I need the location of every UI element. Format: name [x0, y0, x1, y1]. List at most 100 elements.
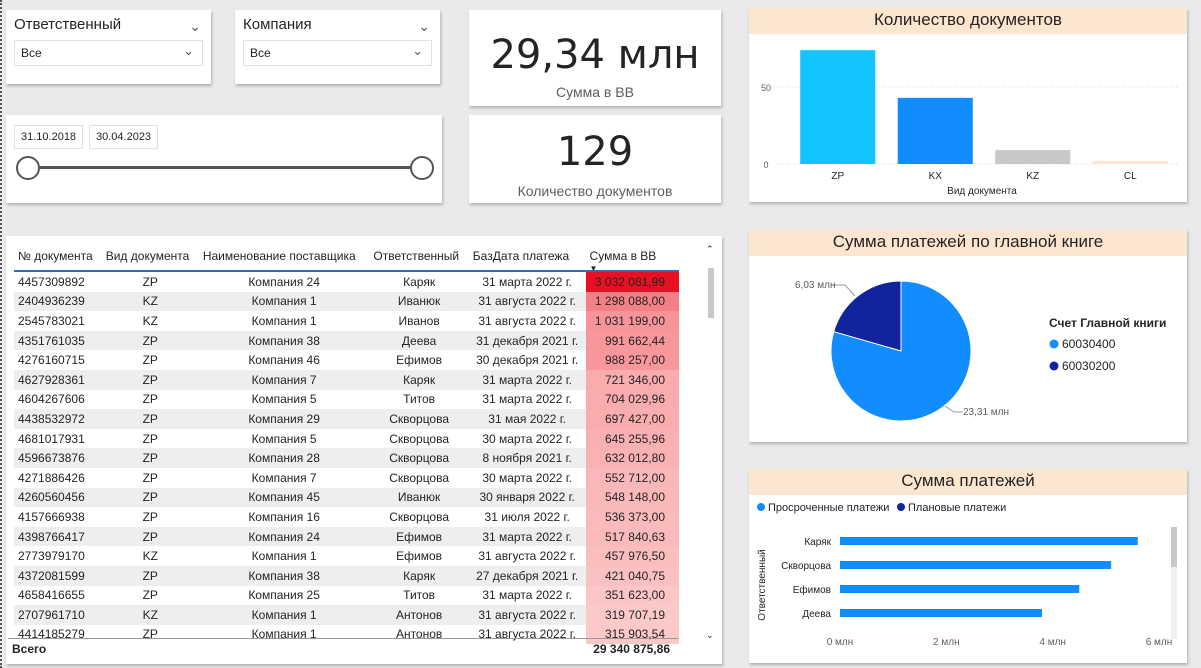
payments-hbar-chart: Просроченные платежи Плановые платежи 0 мл…: [757, 502, 1177, 648]
chevron-down-icon[interactable]: ⌄: [183, 43, 194, 59]
table-cell: 548 148,00: [585, 487, 679, 508]
table-row[interactable]: 4398766417 ZP Компания 24 Ефимов 31 марта 20…: [14, 526, 679, 547]
y-tick-label: Деева: [802, 609, 831, 620]
slicer-responsible[interactable]: Ответственный ⌄ Все ⌄: [6, 10, 211, 84]
table-row[interactable]: 2707961710 KZ Компания 1 Антонов 31 августа …: [14, 605, 679, 625]
column-header[interactable]: БазДата платежа: [468, 242, 586, 272]
date-end-input[interactable]: 30.04.2023: [89, 125, 159, 149]
table-row[interactable]: 4157666938 ZP Компания 16 Скворцова 31 июля …: [14, 507, 679, 527]
table-row[interactable]: 4681017931 ZP Компания 5 Скворцова 30 марта …: [14, 428, 679, 449]
table-cell: 31 августа 2022 г.: [478, 313, 576, 328]
bar: [1092, 160, 1168, 164]
table-cell: Скворцова: [389, 509, 450, 524]
legend-marker: [1049, 339, 1059, 349]
table-cell: 4157666938: [18, 509, 85, 524]
table-cell: Каряк: [369, 565, 469, 586]
table-cell: 31 июля 2022 г.: [484, 509, 570, 524]
table-row[interactable]: 4351761035 ZP Компания 38 Деева 31 декабря 2…: [14, 330, 679, 351]
table-cell: 1 298 088,00: [585, 291, 679, 312]
column-header[interactable]: Наименование поставщика: [198, 242, 370, 272]
payments-bar-chart-card: Сумма платежей Просроченные платежи Плано…: [749, 469, 1187, 663]
table-cell: Скворцова: [389, 431, 450, 446]
table-row[interactable]: 4372081599 ZP Компания 38 Каряк 27 декабря 2…: [14, 565, 679, 586]
table-cell: Титов: [403, 588, 436, 603]
table-cell: Компания 25: [248, 588, 320, 603]
table-row[interactable]: 4438532972 ZP Компания 29 Скворцова 31 мая 2…: [14, 409, 679, 429]
data-label: 6,03 млн: [795, 280, 835, 291]
slicer-company[interactable]: Компания ⌄ Все ⌄: [235, 10, 440, 84]
table-cell: ZP: [101, 565, 199, 586]
ledger-pie-chart: 6,03 млн 23,31 млн Счет Главной книги 60030…: [795, 280, 1166, 422]
scroll-down-icon[interactable]: ⌄: [706, 630, 714, 641]
chart-title: Сумма платежей по главной книге: [749, 230, 1187, 256]
table-row[interactable]: 2404936239 KZ Компания 1 Иванюк 31 августа 2…: [14, 291, 679, 312]
table-cell: Деева: [369, 330, 469, 351]
chevron-down-icon[interactable]: ⌄: [412, 43, 423, 59]
table-cell: ZP: [142, 431, 158, 446]
table-cell: 31 марта 2022 г.: [482, 274, 572, 289]
table-cell: ZP: [101, 448, 199, 468]
table-cell: KZ: [101, 291, 199, 312]
bar: [840, 561, 1112, 569]
scroll-up-icon[interactable]: ⌃: [706, 244, 714, 255]
slicer-dropdown[interactable]: Все ⌄: [243, 40, 432, 66]
table-cell: ZP: [142, 588, 158, 603]
table-cell: ZP: [142, 274, 158, 289]
table-cell: 319 707,19: [585, 605, 679, 625]
scroll-thumb[interactable]: [708, 268, 714, 318]
table-cell: KZ: [101, 605, 199, 625]
table-row[interactable]: 4658416655 ZP Компания 25 Титов 31 марта 202…: [14, 585, 679, 606]
table-cell: 1 031 199,00: [585, 311, 679, 331]
y-tick-label: Скворцова: [781, 561, 831, 572]
table-row[interactable]: 4276160715 ZP Компания 46 Ефимов 30 декабря …: [14, 350, 679, 370]
chevron-down-icon[interactable]: ⌄: [189, 18, 201, 35]
table-cell: ZP: [101, 526, 199, 547]
table-cell: 4658416655: [18, 588, 85, 603]
table-cell: 991 662,44: [585, 330, 679, 351]
table-cell: 697 427,00: [585, 409, 679, 429]
table-cell: 4627928361: [14, 369, 102, 390]
table-row[interactable]: 4596673876 ZP Компания 28 Скворцова 8 ноября…: [14, 448, 679, 468]
x-tick-label: 2 млн: [933, 637, 960, 648]
table-row[interactable]: 4627928361 ZP Компания 7 Каряк 31 марта 2022…: [14, 369, 679, 390]
date-range-slicer[interactable]: 31.10.2018 30.04.2023: [6, 115, 442, 203]
chevron-down-icon[interactable]: ⌄: [418, 18, 430, 35]
chart-title: Количество документов: [749, 8, 1187, 34]
table-cell: Компания 1: [198, 605, 370, 625]
table-cell: Антонов: [369, 605, 469, 625]
column-header[interactable]: Вид документа: [101, 242, 199, 272]
slider-end-handle[interactable]: [410, 156, 434, 180]
table-row[interactable]: 4260560456 ZP Компания 45 Иванюк 30 января 2…: [14, 487, 679, 508]
table-cell: 4596673876: [14, 448, 102, 468]
slider-track[interactable]: [26, 166, 420, 169]
slider-start-handle[interactable]: [16, 156, 40, 180]
column-header[interactable]: Ответственный: [369, 242, 469, 272]
table-cell: 31 августа 2022 г.: [468, 291, 586, 312]
table-cell: 4276160715: [18, 353, 85, 368]
table-row[interactable]: 4457309892 ZP Компания 24 Каряк 31 марта 202…: [14, 271, 679, 292]
legend-marker: [1049, 361, 1059, 371]
table-cell: 27 декабря 2021 г.: [468, 565, 586, 586]
table-row[interactable]: 4271886426 ZP Компания 7 Скворцова 30 марта …: [14, 467, 679, 488]
bar: [800, 50, 876, 164]
doc-count-bar-chart: 0 50 ZP KX KZ CL Вид документа: [761, 50, 1179, 197]
x-tick-label: KX: [929, 171, 943, 182]
date-start-input[interactable]: 31.10.2018: [14, 125, 84, 149]
x-tick-label: 4 млн: [1039, 637, 1066, 648]
table-cell: 30 марта 2022 г.: [482, 431, 572, 446]
table-cell: Компания 7: [198, 369, 370, 390]
column-header-sorted[interactable]: Сумма в ВВ ▼: [585, 242, 679, 273]
table-row[interactable]: 4604267606 ZP Компания 5 Титов 31 марта 2022…: [14, 389, 679, 410]
table-scrollbar[interactable]: ⌃ ⌄: [706, 244, 716, 644]
table-cell: 4398766417: [14, 526, 102, 547]
column-header[interactable]: № документа: [14, 242, 102, 272]
total-value: 29 340 875,86: [593, 642, 670, 656]
table-cell: Компания 24: [198, 526, 370, 547]
y-axis-label: Ответственный: [757, 549, 768, 620]
table-cell: 31 марта 2022 г.: [482, 392, 572, 407]
table-cell: Скворцова: [389, 470, 450, 485]
slicer-dropdown[interactable]: Все ⌄: [14, 40, 203, 66]
documents-table: № документа Вид документа Наименование п…: [14, 242, 679, 645]
table-row[interactable]: 2545783021 KZ Компания 1 Иванов 31 августа 2…: [14, 311, 679, 331]
table-row[interactable]: 2773979170 KZ Компания 1 Ефимов 31 августа 2…: [14, 546, 679, 566]
